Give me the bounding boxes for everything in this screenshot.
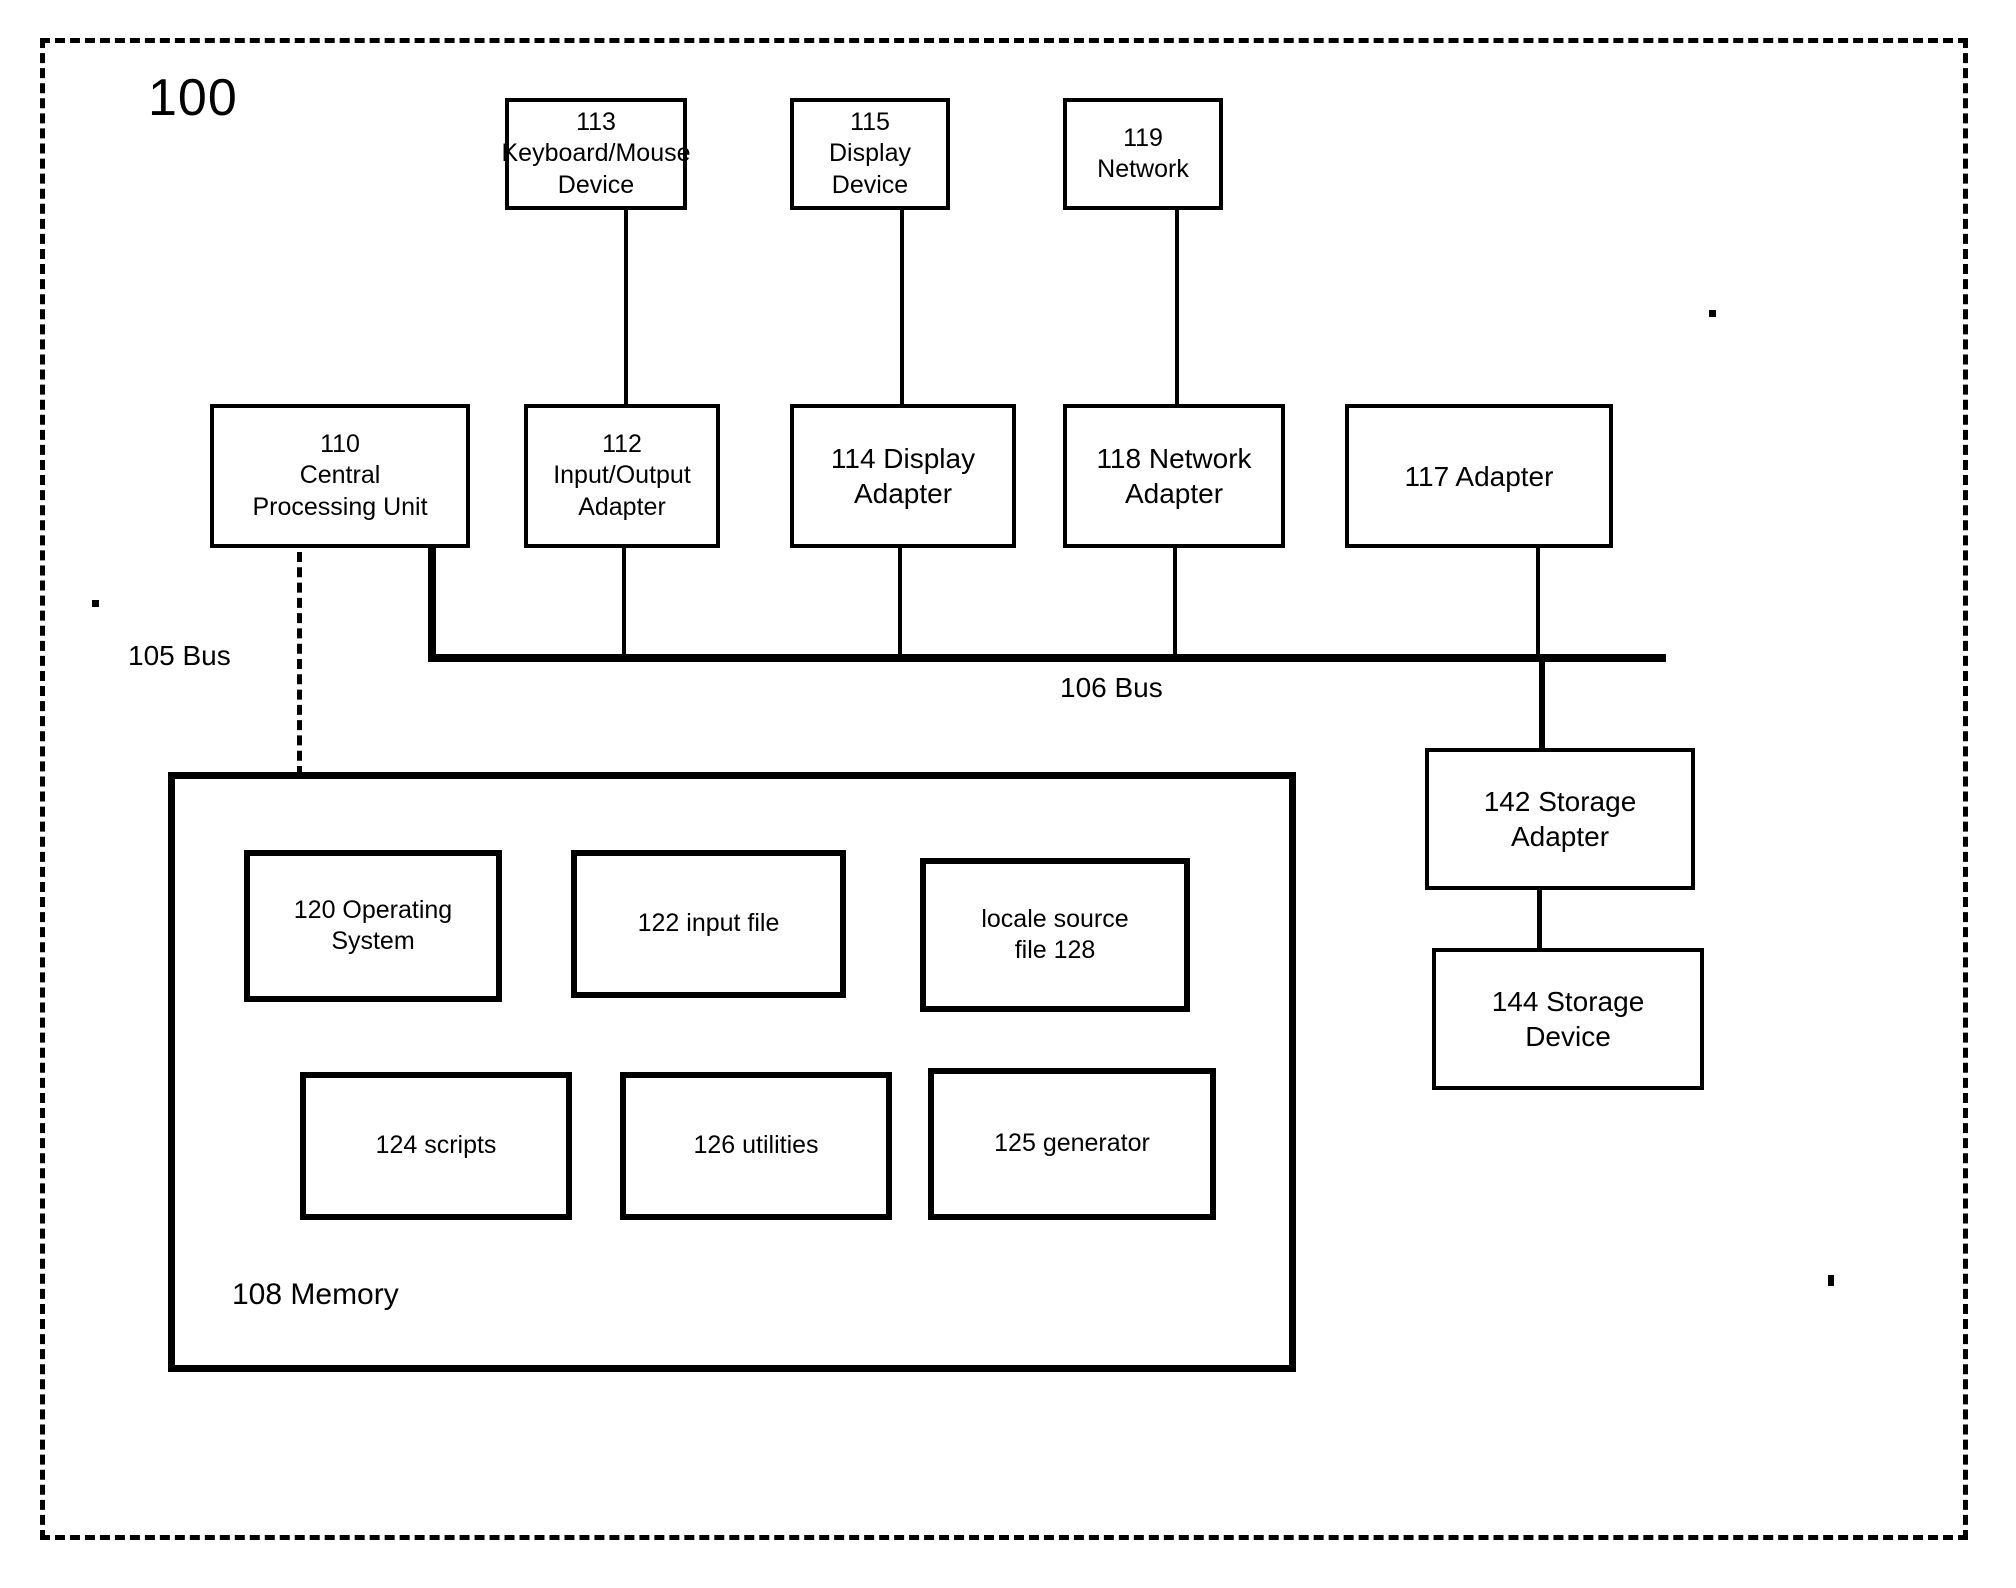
figure-number-100: 100 <box>148 69 238 127</box>
figure-canvas: 100 113 Keyboard/Mouse Device 115 Displa… <box>0 0 2016 1588</box>
memory-component-utilities-126-label: 126 utilities <box>693 1131 819 1160</box>
scan-speck <box>1709 310 1716 317</box>
connector-115-to-114 <box>900 208 904 406</box>
memory-component-scripts-124: 124 scripts <box>300 1072 572 1220</box>
io-adapter-112: 112 Input/Output Adapter <box>524 404 720 548</box>
device-keyboard-mouse-113: 113 Keyboard/Mouse Device <box>502 98 691 210</box>
adapter-117-label: 117 Adapter <box>1404 460 1554 492</box>
memory-component-generator-125: 125 generator <box>928 1068 1216 1220</box>
memory-component-input-file-122-label: 122 input file <box>637 909 780 938</box>
bus-stub-cpu-110 <box>428 548 436 660</box>
adapter-117: 117 Adapter <box>1345 404 1613 548</box>
display-adapter-114: 114 Display Adapter <box>790 404 1016 548</box>
memory-component-input-file-122: 122 input file <box>571 850 846 998</box>
bus-stub-io-112 <box>622 548 626 658</box>
memory-component-locale-source-file-128-label: locale source file 128 <box>981 904 1129 964</box>
bus-stub-adapter-117 <box>1536 548 1540 658</box>
storage-adapter-142: 142 Storage Adapter <box>1425 748 1695 890</box>
memory-component-utilities-126: 126 utilities <box>620 1072 892 1220</box>
memory-component-scripts-124-label: 124 scripts <box>375 1131 497 1160</box>
storage-device-144-label: 144 Storage Device <box>1491 986 1645 1052</box>
connector-bus-to-142 <box>1539 658 1545 750</box>
bus-stub-display-114 <box>898 548 902 658</box>
bus-106-line <box>428 654 1666 662</box>
bus-stub-network-118 <box>1173 548 1177 658</box>
device-display-115-label: 115 Display Device <box>829 108 911 199</box>
storage-adapter-142-label: 142 Storage Adapter <box>1483 786 1637 852</box>
bus-105-line <box>297 552 302 776</box>
io-adapter-112-label: 112 Input/Output Adapter <box>553 430 691 521</box>
memory-component-operating-system-120-label: 120 Operating System <box>293 895 453 955</box>
scan-speck <box>92 600 99 607</box>
cpu-110-label: 110 Central Processing Unit <box>252 430 428 521</box>
memory-108-label: 108 Memory <box>232 1278 399 1311</box>
device-network-119-label: 119 Network <box>1097 123 1189 183</box>
connector-119-to-118 <box>1175 208 1179 406</box>
memory-component-locale-source-file-128: locale source file 128 <box>920 858 1190 1012</box>
cpu-110: 110 Central Processing Unit <box>210 404 470 548</box>
bus-105-label: 105 Bus <box>128 640 231 671</box>
device-network-119: 119 Network <box>1063 98 1223 210</box>
memory-component-operating-system-120: 120 Operating System <box>244 850 502 1002</box>
device-display-115: 115 Display Device <box>790 98 950 210</box>
connector-142-to-144 <box>1537 888 1542 950</box>
network-adapter-118: 118 Network Adapter <box>1063 404 1285 548</box>
storage-device-144: 144 Storage Device <box>1432 948 1704 1090</box>
connector-113-to-112 <box>624 208 628 406</box>
device-keyboard-mouse-113-label: 113 Keyboard/Mouse Device <box>501 108 691 199</box>
bus-106-label: 106 Bus <box>1060 672 1163 703</box>
display-adapter-114-label: 114 Display Adapter <box>830 443 976 509</box>
scan-speck <box>1828 1275 1834 1286</box>
memory-component-generator-125-label: 125 generator <box>994 1129 1150 1158</box>
network-adapter-118-label: 118 Network Adapter <box>1096 443 1252 509</box>
